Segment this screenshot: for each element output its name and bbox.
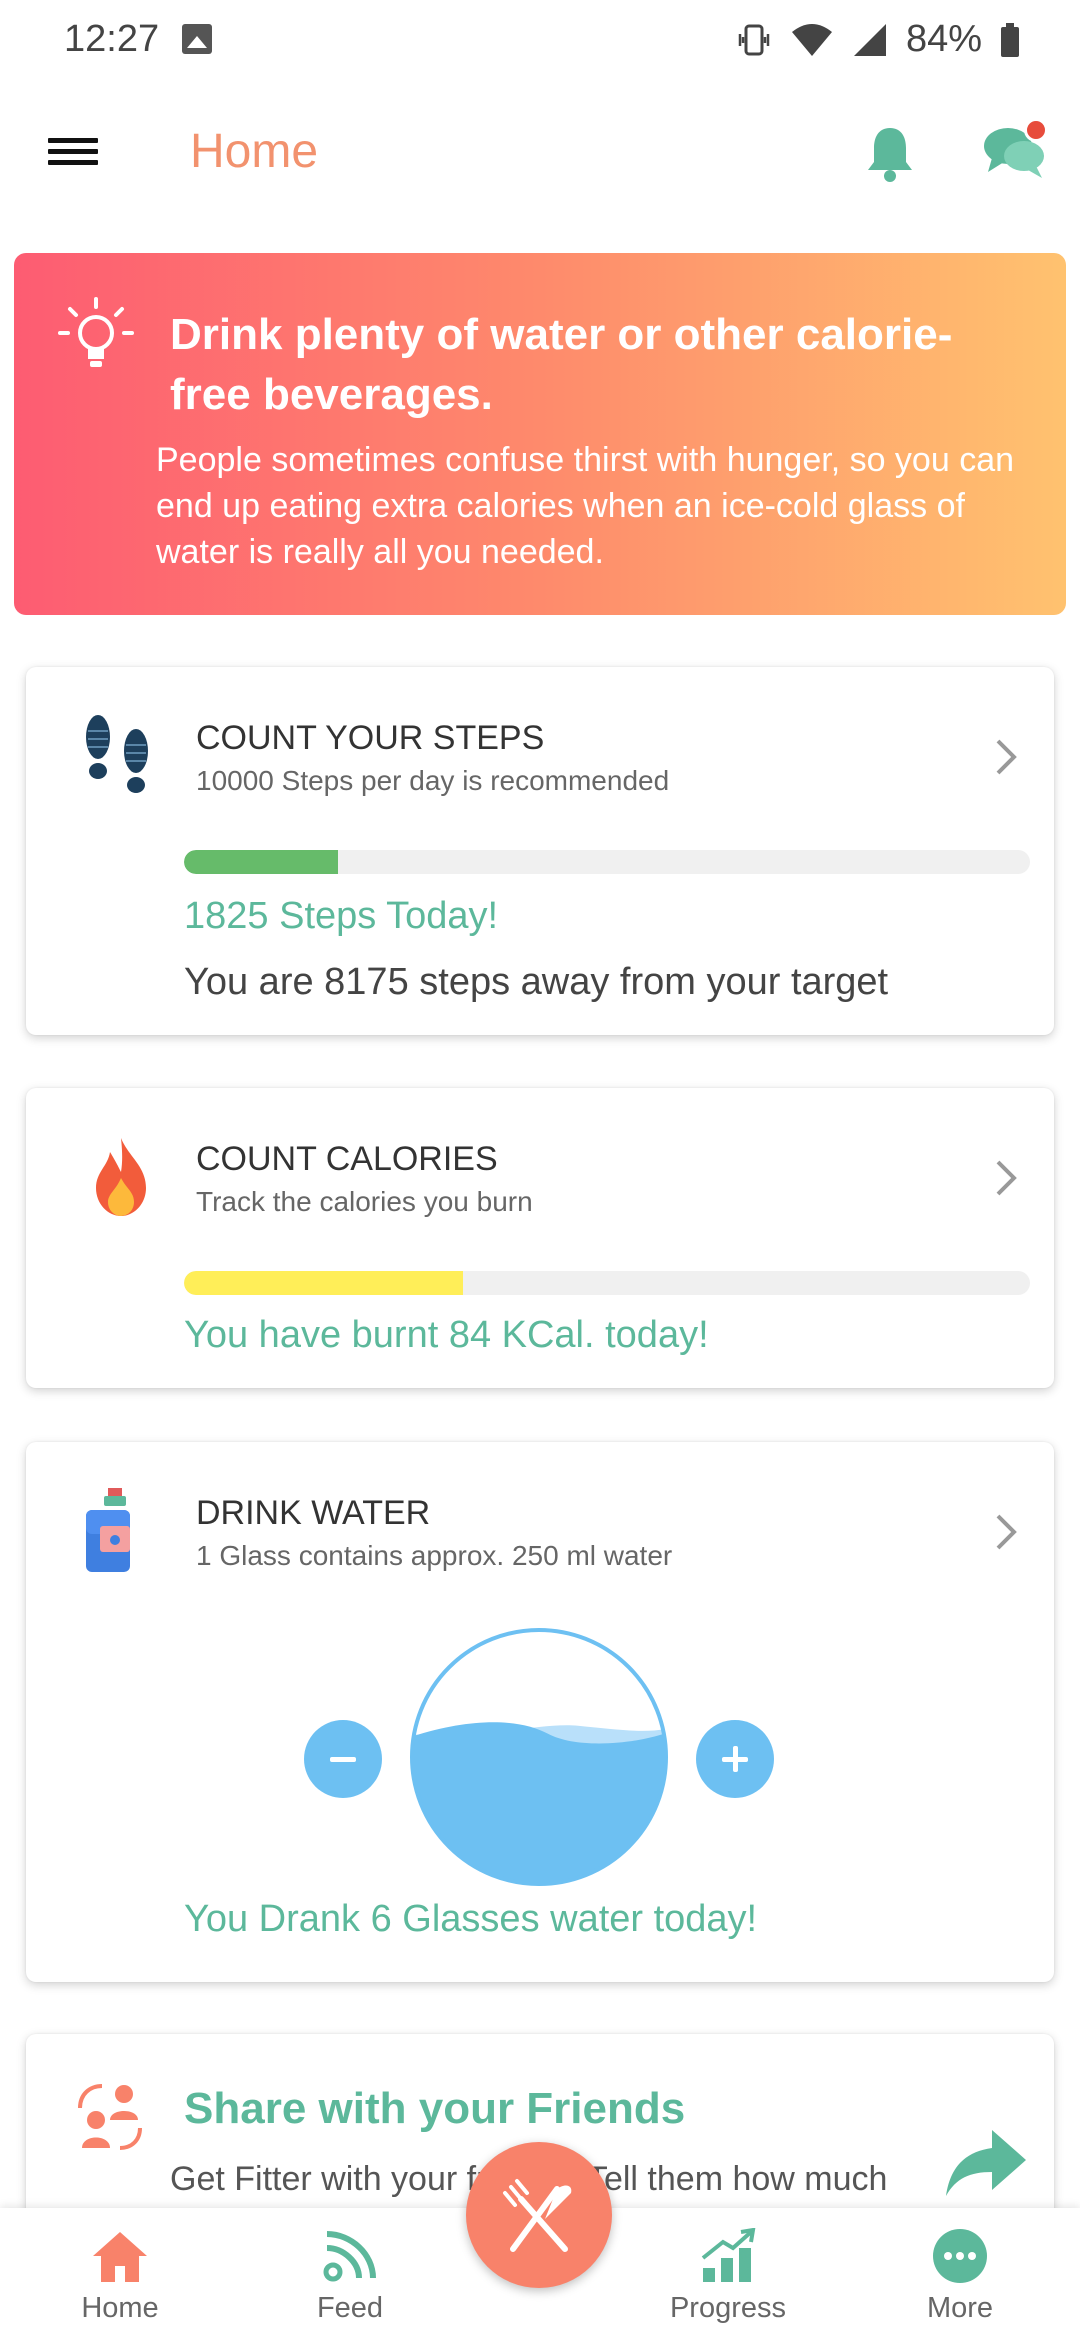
calories-burnt: You have burnt 84 KCal. today! (184, 1314, 709, 1356)
calories-subtitle: Track the calories you burn (196, 1186, 533, 1217)
chevron-right-icon[interactable] (994, 1158, 1018, 1198)
chevron-right-icon[interactable] (994, 737, 1018, 777)
messages-button[interactable] (980, 116, 1050, 186)
chevron-right-icon[interactable] (994, 1512, 1018, 1552)
tip-body: People sometimes confuse thirst with hun… (156, 441, 1015, 571)
unread-badge (1024, 118, 1048, 142)
nav-more-label: More (926, 2292, 994, 2324)
status-bar: 12:27 84% (0, 0, 1080, 80)
tip-banner[interactable]: Drink plenty of water or other calorie-f… (14, 253, 1066, 615)
status-indicators: 84% (736, 18, 1020, 61)
remove-glass-button[interactable] (304, 1720, 382, 1798)
bell-icon (868, 128, 912, 182)
nav-progress-label: Progress (669, 2292, 787, 2324)
status-time: 12:27 (64, 18, 160, 60)
nav-progress[interactable]: Progress (648, 2228, 808, 2325)
water-drank: You Drank 6 Glasses water today! (184, 1898, 758, 1940)
share-arrow-icon[interactable] (944, 2126, 1028, 2200)
nav-home-label: Home (81, 2292, 159, 2324)
share-friends-icon (78, 2084, 142, 2150)
steps-progress-bar (184, 850, 1030, 874)
vibrate-icon (738, 24, 770, 55)
notifications-button[interactable] (862, 124, 918, 184)
lightbulb-icon (58, 297, 134, 367)
nav-home[interactable]: Home (40, 2228, 200, 2325)
share-title: Share with your Friends (184, 2084, 686, 2133)
menu-button[interactable] (48, 138, 98, 178)
tip-title: Drink plenty of water or other calorie-f… (170, 310, 953, 419)
steps-today: 1825 Steps Today! (184, 895, 499, 937)
battery-icon (1001, 22, 1019, 57)
battery-percent: 84% (905, 18, 982, 60)
progress-icon (701, 2228, 756, 2282)
flame-icon (96, 1138, 146, 1216)
calories-progress-fill (184, 1271, 464, 1295)
fork-knife-icon (503, 2179, 572, 2252)
calories-card[interactable]: COUNT CALORIES Track the calories you bu… (26, 1088, 1054, 1388)
more-icon (933, 2229, 987, 2283)
steps-remaining: You are 8175 steps away from your target (184, 961, 889, 1003)
water-subtitle: 1 Glass contains approx. 250 ml water (196, 1540, 673, 1571)
nav-feed-label: Feed (316, 2292, 384, 2324)
menu-icon-line (48, 149, 98, 154)
menu-icon-line (48, 138, 98, 143)
home-icon (93, 2232, 147, 2282)
page-title: Home (190, 125, 319, 178)
add-glass-button[interactable] (696, 1720, 774, 1798)
app-bar: Home (0, 100, 1080, 210)
calories-title: COUNT CALORIES (196, 1140, 498, 1178)
water-level-gauge (410, 1628, 668, 1886)
calories-progress-bar (184, 1271, 1030, 1295)
menu-icon-line (48, 160, 98, 165)
steps-progress-fill (184, 850, 339, 874)
footprints-icon (86, 715, 148, 793)
water-title: DRINK WATER (196, 1494, 431, 1532)
water-bottle-icon (86, 1488, 130, 1572)
nav-more[interactable]: More (880, 2228, 1040, 2325)
water-card[interactable]: DRINK WATER 1 Glass contains approx. 250… (26, 1442, 1054, 1982)
steps-title: COUNT YOUR STEPS (196, 719, 545, 757)
steps-subtitle: 10000 Steps per day is recommended (196, 765, 670, 796)
add-meal-fab[interactable] (466, 2142, 612, 2288)
image-notification-icon (182, 24, 212, 54)
steps-card[interactable]: COUNT YOUR STEPS 10000 Steps per day is … (26, 667, 1054, 1035)
feed-icon (323, 2231, 376, 2282)
nav-feed[interactable]: Feed (270, 2228, 430, 2325)
signal-icon (853, 23, 886, 56)
wifi-icon (791, 23, 832, 56)
